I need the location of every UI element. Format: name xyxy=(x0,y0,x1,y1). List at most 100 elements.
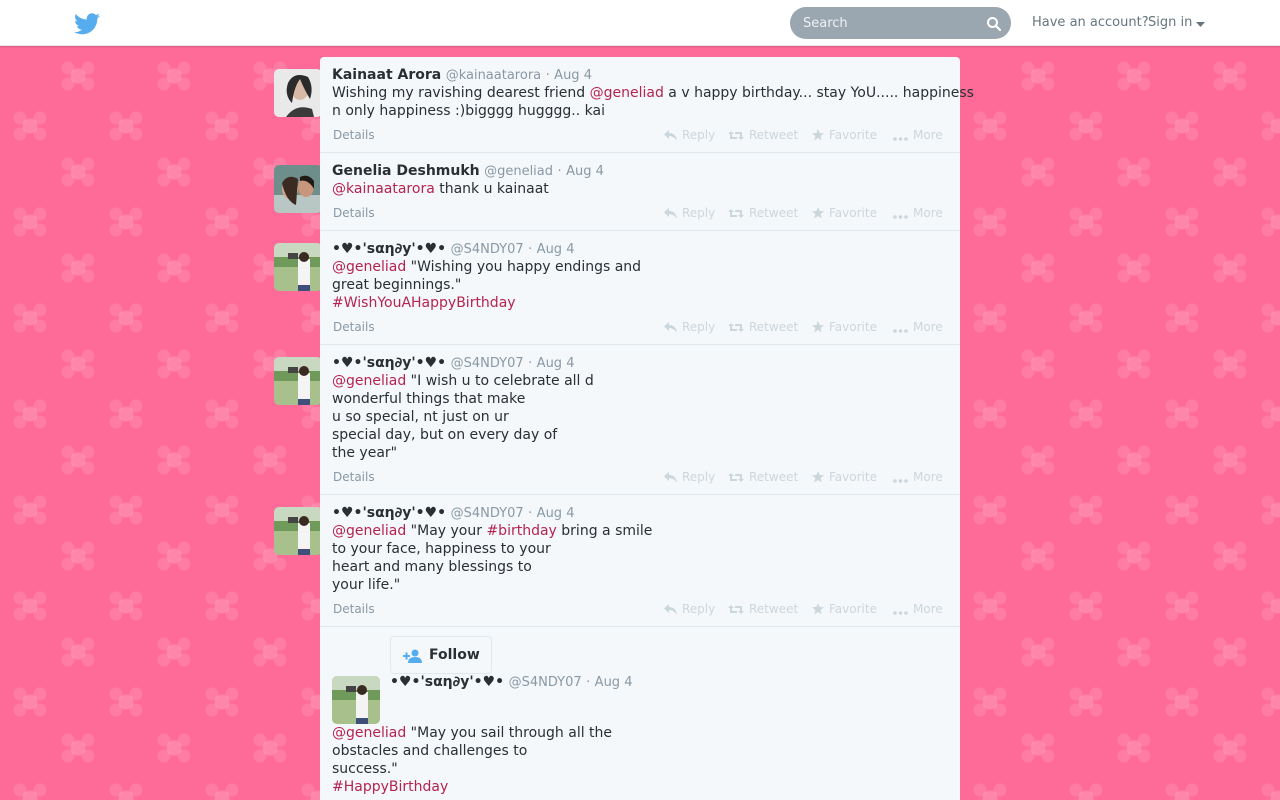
mention-link[interactable]: @geneliad xyxy=(332,373,406,389)
avatar[interactable] xyxy=(274,507,322,555)
star-icon xyxy=(812,206,829,220)
star-icon xyxy=(812,320,829,334)
tweet-timestamp[interactable]: Aug 4 xyxy=(554,68,592,83)
tweet-fullname[interactable]: •♥•'ѕαη∂у'•♥• xyxy=(390,674,504,690)
more-button[interactable]: More xyxy=(893,602,943,616)
avatar[interactable] xyxy=(274,243,322,291)
details-link[interactable]: Details xyxy=(333,128,375,142)
retweet-button[interactable]: Retweet xyxy=(728,320,798,334)
details-link[interactable]: Details xyxy=(333,320,375,334)
favorite-button[interactable]: Favorite xyxy=(812,206,877,220)
search-icon[interactable] xyxy=(986,16,1002,32)
follow-button[interactable]: Follow xyxy=(390,636,492,674)
favorite-button[interactable]: Favorite xyxy=(812,470,877,484)
avatar[interactable] xyxy=(274,165,322,213)
retweet-icon xyxy=(728,128,749,142)
retweet-button[interactable]: Retweet xyxy=(728,128,798,142)
tweet-text-segment: special day, but on every day of xyxy=(332,427,558,443)
tweet-timestamp[interactable]: Aug 4 xyxy=(595,675,633,690)
more-label: More xyxy=(913,206,943,220)
reply-button[interactable]: Reply xyxy=(664,206,715,220)
mention-link[interactable]: @geneliad xyxy=(590,85,664,101)
tweet-username[interactable]: @S4NDY07 xyxy=(451,506,524,521)
tweet-fullname[interactable]: •♥•'ѕαη∂у'•♥• xyxy=(332,241,446,257)
reply-button[interactable]: Reply xyxy=(664,128,715,142)
mention-link[interactable]: @geneliad xyxy=(332,259,406,275)
details-link[interactable]: Details xyxy=(333,206,375,220)
favorite-button[interactable]: Favorite xyxy=(812,320,877,334)
separator-dot: · xyxy=(557,164,562,179)
tweet-text-segment: success." xyxy=(332,761,398,777)
tweet-timestamp[interactable]: Aug 4 xyxy=(537,506,575,521)
reply-button[interactable]: Reply xyxy=(664,470,715,484)
tweet-username[interactable]: @S4NDY07 xyxy=(451,242,524,257)
more-button[interactable]: More xyxy=(893,320,943,334)
avatar[interactable] xyxy=(332,676,380,724)
tweet-divider xyxy=(320,152,960,153)
mention-link[interactable]: @geneliad xyxy=(332,725,406,741)
retweet-button[interactable]: Retweet xyxy=(728,470,798,484)
tweet-text-segment: "May you sail through all the xyxy=(406,725,613,741)
tweet-fullname[interactable]: •♥•'ѕαη∂у'•♥• xyxy=(332,355,446,371)
caret-down-icon[interactable] xyxy=(1196,22,1205,27)
mention-link[interactable]: @kainaatarora xyxy=(332,181,435,197)
hashtag-link[interactable]: #HappyBirthday xyxy=(332,779,448,795)
favorite-button[interactable]: Favorite xyxy=(812,128,877,142)
tweet-timestamp[interactable]: Aug 4 xyxy=(566,164,604,179)
tweet-text-segment: "May your xyxy=(406,523,487,539)
retweet-label: Retweet xyxy=(749,602,799,616)
mention-link[interactable]: @geneliad xyxy=(332,523,406,539)
more-dots-icon xyxy=(893,470,913,484)
twitter-bird-icon[interactable] xyxy=(74,13,100,35)
more-button[interactable]: More xyxy=(893,128,943,142)
tweet-timestamp[interactable]: Aug 4 xyxy=(537,356,575,371)
reply-label: Reply xyxy=(682,320,716,334)
reply-button[interactable]: Reply xyxy=(664,320,715,334)
tweet-username[interactable]: @kainaatarora xyxy=(446,68,541,83)
tweet-divider xyxy=(320,230,960,231)
tweet-timestamp[interactable]: Aug 4 xyxy=(537,242,575,257)
tweet-fullname[interactable]: Genelia Deshmukh xyxy=(332,163,480,179)
avatar[interactable] xyxy=(274,357,322,405)
tweet-text: Wishing my ravishing dearest friend @gen… xyxy=(332,84,974,120)
favorite-button[interactable]: Favorite xyxy=(812,602,877,616)
retweet-icon xyxy=(728,206,749,220)
star-icon xyxy=(812,602,829,616)
avatar[interactable] xyxy=(274,69,322,117)
retweet-label: Retweet xyxy=(749,320,799,334)
tweet-text-segment: "I wish u to celebrate all d xyxy=(406,373,594,389)
tweet-text: @geneliad "Wishing you happy endings and… xyxy=(332,258,641,312)
tweet-username[interactable]: @S4NDY07 xyxy=(509,675,582,690)
retweet-label: Retweet xyxy=(749,470,799,484)
tweet-text: @geneliad "May your #birthday bring a sm… xyxy=(332,522,652,594)
sign-in-link[interactable]: Sign in xyxy=(1148,15,1192,30)
tweet-text-segment: n only happiness :)bigggg hugggg.. kai xyxy=(332,103,605,119)
details-link[interactable]: Details xyxy=(333,602,375,616)
tweet-username[interactable]: @geneliad xyxy=(484,164,553,179)
more-button[interactable]: More xyxy=(893,206,943,220)
tweet-divider xyxy=(320,626,960,627)
tweet-text-segment: bring a smile xyxy=(556,523,653,539)
reply-label: Reply xyxy=(682,206,716,220)
tweet-header: Genelia Deshmukh @geneliad · Aug 4 xyxy=(332,163,604,179)
retweet-button[interactable]: Retweet xyxy=(728,602,798,616)
hashtag-link[interactable]: #WishYouAHappyBirthday xyxy=(332,295,516,311)
tweet-fullname[interactable]: Kainaat Arora xyxy=(332,67,441,83)
tweet-username[interactable]: @S4NDY07 xyxy=(451,356,524,371)
details-link[interactable]: Details xyxy=(333,470,375,484)
reply-button[interactable]: Reply xyxy=(664,602,715,616)
hashtag-link[interactable]: #birthday xyxy=(486,523,556,539)
tweet-fullname[interactable]: •♥•'ѕαη∂у'•♥• xyxy=(332,505,446,521)
more-label: More xyxy=(913,128,943,142)
tweet-text-segment: great beginnings." xyxy=(332,277,462,293)
reply-icon xyxy=(664,128,682,142)
tweet-text-segment: u so special, nt just on ur xyxy=(332,409,509,425)
tweet-text-segment: Wishing my ravishing dearest friend xyxy=(332,85,590,101)
retweet-button[interactable]: Retweet xyxy=(728,206,798,220)
tweet-text: @geneliad "I wish u to celebrate all d w… xyxy=(332,372,594,462)
tweet-header: •♥•'ѕαη∂у'•♥• @S4NDY07 · Aug 4 xyxy=(332,241,574,257)
more-dots-icon xyxy=(893,206,913,220)
more-button[interactable]: More xyxy=(893,470,943,484)
tweet-text: @geneliad "May you sail through all the … xyxy=(332,724,612,796)
search-input[interactable] xyxy=(790,7,980,39)
